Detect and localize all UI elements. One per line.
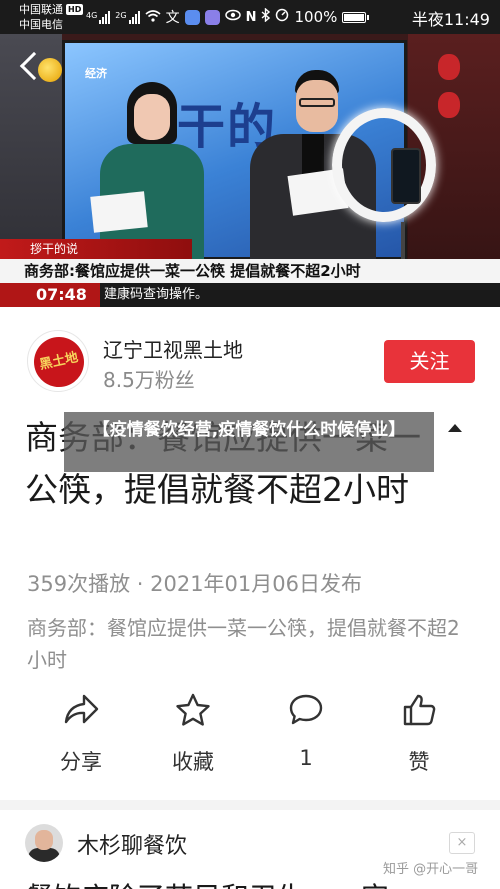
next-card-title[interactable]: 餐饮店除了节目和卫生…一定 xyxy=(25,876,389,889)
thumbs-up-icon xyxy=(379,692,459,728)
favorite-label: 收藏 xyxy=(172,750,214,774)
back-button[interactable] xyxy=(19,51,68,88)
screen-logo: 经济 xyxy=(85,67,107,80)
clock: 半夜11:49 xyxy=(411,10,490,29)
star-icon xyxy=(153,692,233,728)
nfc-icon: N xyxy=(245,9,257,25)
post-meta: 359次播放 · 2021年01月06日发布 xyxy=(27,572,362,596)
wifi-icon xyxy=(145,9,161,26)
carrier-2: 中国电信 xyxy=(19,18,63,31)
section-divider xyxy=(0,800,500,810)
author-name[interactable]: 辽宁卫视黑土地 xyxy=(103,334,243,363)
carrier-1: 中国联通 xyxy=(19,3,63,16)
bluetooth-icon xyxy=(261,7,271,26)
ticker-time: 07:48 xyxy=(0,283,100,307)
mute-icon xyxy=(275,8,289,26)
share-button[interactable]: 分享 xyxy=(41,692,121,776)
like-label: 赞 xyxy=(408,750,430,774)
status-icons: 4G 2G 文 N 100% xyxy=(86,7,370,27)
caption-text: 商务部:餐馆应提供一菜一公筷 提倡就餐不超2小时 xyxy=(0,259,500,283)
signal-icon: 4G xyxy=(86,10,111,24)
battery-icon xyxy=(342,11,370,23)
share-icon xyxy=(41,692,121,728)
video-player[interactable]: 经济 …干的… 拶干的说 商务部:餐馆应提供一菜一公筷 提倡就餐不超2小时 07… xyxy=(0,34,500,307)
collapse-icon[interactable] xyxy=(448,424,462,432)
mini-player-icon xyxy=(38,58,62,82)
post-description: 商务部：餐馆应提供一菜一公筷，提倡就餐不超2小时 xyxy=(27,616,460,672)
news-ticker: 07:48 建康码查询操作。 xyxy=(0,283,500,307)
follow-button[interactable]: 关注 xyxy=(384,340,475,383)
comment-count: 1 xyxy=(299,746,313,770)
eye-care-icon xyxy=(224,9,241,25)
lantern xyxy=(438,54,460,80)
signal-icon: 2G xyxy=(115,10,140,24)
favorite-button[interactable]: 收藏 xyxy=(153,692,233,776)
overlay-title: 【疫情餐饮经营,疫情餐饮什么时候停业】 xyxy=(64,412,434,472)
ticker-text: 建康码查询操作。 xyxy=(104,287,209,302)
next-author-name[interactable]: 木杉聊餐饮 xyxy=(77,828,187,860)
hd-badge: HD xyxy=(66,4,84,15)
comment-button[interactable]: 1 xyxy=(266,692,346,770)
carrier-info: 中国联通 HD 中国电信 xyxy=(19,2,84,32)
app-notification-icon xyxy=(204,9,220,25)
app-notification-icon: 文 xyxy=(165,10,180,26)
caption-tag: 拶干的说 xyxy=(0,239,192,259)
network-1: 4G xyxy=(86,10,98,20)
network-2: 2G xyxy=(115,10,127,20)
comment-icon xyxy=(266,692,346,728)
next-author-avatar[interactable] xyxy=(25,824,63,862)
author-fans: 8.5万粉丝 xyxy=(103,368,195,392)
watermark: 知乎 @开心一哥 xyxy=(383,862,479,877)
close-button[interactable]: × xyxy=(449,832,475,854)
share-label: 分享 xyxy=(60,750,102,774)
lantern xyxy=(438,92,460,118)
app-notification-icon xyxy=(184,9,200,25)
script-paper xyxy=(90,191,148,233)
author-avatar[interactable]: 黑土地 xyxy=(27,330,89,392)
status-bar: 中国联通 HD 中国电信 4G 2G 文 N 100% 半夜11:49 xyxy=(0,0,500,34)
like-button[interactable]: 赞 xyxy=(379,692,459,776)
phone-on-stand xyxy=(391,148,421,204)
avatar-logo: 黑土地 xyxy=(29,332,88,391)
battery-level: 100% xyxy=(294,8,338,26)
